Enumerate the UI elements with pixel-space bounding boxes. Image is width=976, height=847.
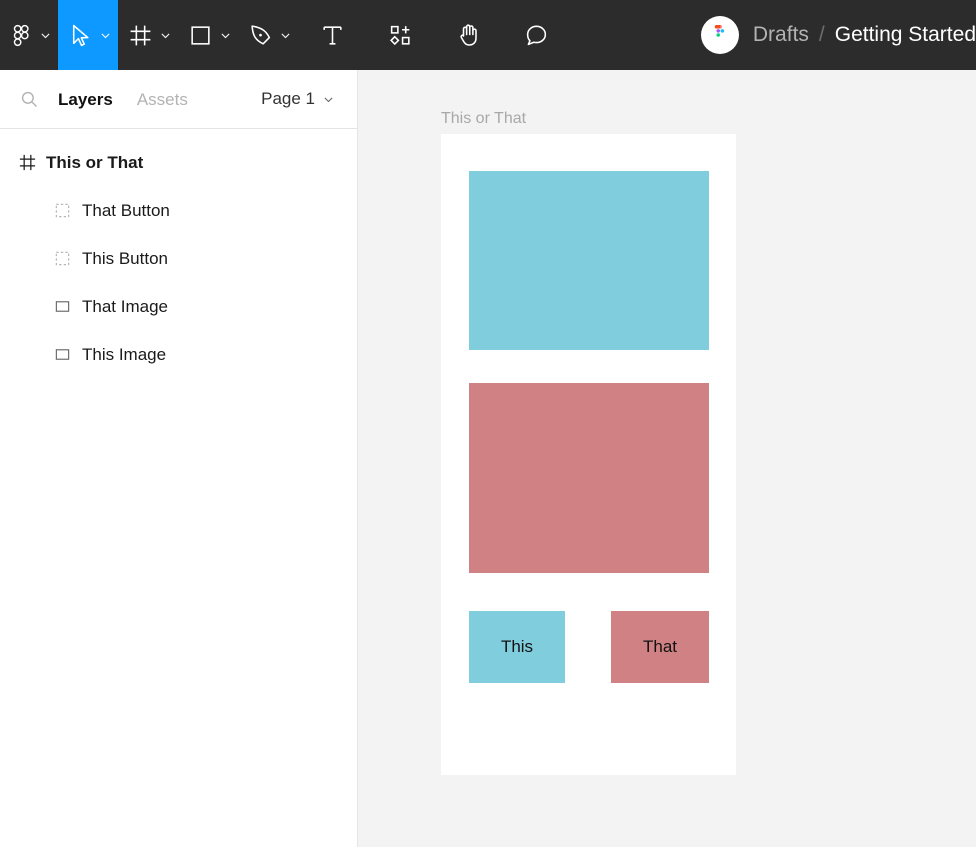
frame-icon: [18, 153, 46, 172]
chevron-down-icon: [322, 93, 335, 106]
breadcrumb-file-name[interactable]: Getting Started: [835, 23, 976, 47]
shape-this-image[interactable]: [469, 171, 709, 350]
move-tool-button[interactable]: [58, 0, 118, 70]
components-plus-icon: [388, 23, 413, 48]
chevron-down-icon: [279, 29, 292, 42]
pen-nib-icon: [248, 23, 273, 48]
hand-icon: [456, 23, 481, 48]
main-toolbar: Drafts / Getting Started: [0, 0, 976, 70]
that-button-label: That: [643, 637, 677, 657]
figma-editor: Drafts / Getting Started Layers Assets P…: [0, 0, 976, 847]
layer-name: That Button: [82, 202, 170, 219]
tab-assets[interactable]: Assets: [137, 91, 188, 108]
layer-name: That Image: [82, 298, 168, 315]
layer-row-this-or-that[interactable]: This or That: [0, 138, 357, 186]
pen-tool-button[interactable]: [238, 0, 298, 70]
rectangle-icon: [54, 346, 82, 363]
resources-tool-button[interactable]: [366, 0, 434, 70]
layer-row-that-button[interactable]: That Button: [0, 186, 357, 234]
hand-tool-button[interactable]: [434, 0, 502, 70]
figma-logo-icon: [10, 24, 33, 47]
shape-that-image[interactable]: [469, 383, 709, 573]
page-selector[interactable]: Page 1: [261, 89, 357, 109]
chevron-down-icon: [39, 29, 52, 42]
this-button-label: This: [501, 637, 533, 657]
breadcrumb: Drafts / Getting Started: [701, 0, 976, 70]
figma-menu-button[interactable]: [0, 0, 58, 70]
layer-name: This Button: [82, 250, 168, 267]
breadcrumb-project[interactable]: Drafts: [753, 23, 809, 47]
sidebar-tabs: Layers Assets: [58, 91, 261, 108]
layers-list: This or That That Button This Button: [0, 129, 357, 378]
figma-avatar[interactable]: [701, 16, 739, 54]
figma-logo-icon: [710, 25, 730, 45]
cursor-arrow-icon: [68, 23, 93, 48]
group-dashed-icon: [54, 250, 82, 267]
breadcrumb-separator: /: [819, 23, 825, 47]
tab-layers[interactable]: Layers: [58, 91, 113, 108]
toolbar-spacer: [570, 0, 701, 70]
layer-row-this-button[interactable]: This Button: [0, 234, 357, 282]
chevron-down-icon: [159, 29, 172, 42]
page-selector-label: Page 1: [261, 89, 315, 109]
frame-tool-button[interactable]: [118, 0, 178, 70]
text-t-icon: [320, 23, 345, 48]
chevron-down-icon: [219, 29, 232, 42]
group-dashed-icon: [54, 202, 82, 219]
layer-name: This Image: [82, 346, 166, 363]
breadcrumb-path: Drafts / Getting Started: [753, 23, 976, 47]
square-icon: [188, 23, 213, 48]
layer-row-that-image[interactable]: That Image: [0, 282, 357, 330]
search-button[interactable]: [0, 70, 58, 129]
layer-row-this-image[interactable]: This Image: [0, 330, 357, 378]
left-sidebar: Layers Assets Page 1 This or That: [0, 70, 358, 847]
design-canvas[interactable]: This or That This That: [358, 70, 976, 847]
text-tool-button[interactable]: [298, 0, 366, 70]
artboard-this-or-that[interactable]: This That: [441, 134, 736, 775]
frame-label[interactable]: This or That: [441, 111, 526, 127]
shape-tool-button[interactable]: [178, 0, 238, 70]
search-icon: [20, 90, 39, 109]
comment-bubble-icon: [524, 23, 549, 48]
sidebar-header: Layers Assets Page 1: [0, 70, 357, 129]
chevron-down-icon: [99, 29, 112, 42]
frame-icon: [128, 23, 153, 48]
comment-tool-button[interactable]: [502, 0, 570, 70]
shape-that-button[interactable]: That: [611, 611, 709, 683]
layer-name: This or That: [46, 154, 143, 171]
shape-this-button[interactable]: This: [469, 611, 565, 683]
rectangle-icon: [54, 298, 82, 315]
